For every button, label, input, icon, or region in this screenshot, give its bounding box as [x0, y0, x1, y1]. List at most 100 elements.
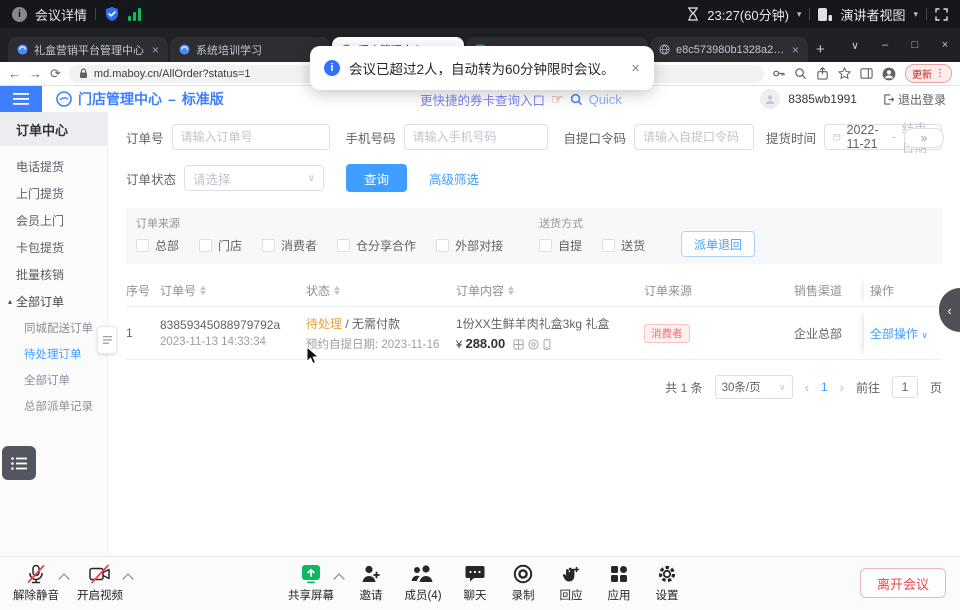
- leave-meeting-button[interactable]: 离开会议: [860, 568, 946, 598]
- quick-search-icon[interactable]: [570, 93, 583, 106]
- signal-strength-icon[interactable]: [128, 8, 142, 21]
- reload-button-icon[interactable]: ⟳: [50, 67, 61, 80]
- promo-text[interactable]: 更快捷的券卡查询入口: [420, 90, 545, 109]
- view-mode-label[interactable]: 演讲者视图: [840, 5, 905, 24]
- col-content[interactable]: 订单内容: [456, 282, 644, 299]
- profile-avatar-icon[interactable]: [882, 67, 896, 81]
- date-start-value[interactable]: 2022-11-21: [847, 123, 886, 151]
- checkbox-delivery[interactable]: 送货: [602, 237, 645, 254]
- sort-icon[interactable]: [334, 286, 340, 295]
- next-page-button[interactable]: ›: [840, 380, 844, 395]
- order-status-select[interactable]: 请选择 ∨: [184, 165, 324, 191]
- checkbox-source-consumer[interactable]: 消费者: [262, 237, 317, 254]
- members-button[interactable]: 成员(4): [395, 563, 451, 603]
- sort-icon[interactable]: [508, 286, 514, 295]
- browser-menu-icon[interactable]: ⋮: [935, 68, 945, 79]
- user-avatar[interactable]: [760, 89, 780, 109]
- admin-sidebar: 订单中心 电话提货 上门提货 会员上门 卡包提货 批量核销 ▴ 全部订单 同城配…: [0, 112, 108, 557]
- advanced-filter-link[interactable]: 高级筛选: [429, 169, 479, 188]
- forward-button-icon[interactable]: →: [29, 67, 42, 80]
- sidebar-item-door-pickup[interactable]: 上门提货: [0, 180, 107, 207]
- timer-caret-icon[interactable]: ▾: [797, 9, 802, 20]
- reactions-button[interactable]: 回应: [547, 563, 595, 603]
- quick-label[interactable]: Quick: [589, 92, 622, 107]
- checkbox-source-hq[interactable]: 总部: [136, 237, 179, 254]
- col-status[interactable]: 状态: [306, 282, 456, 299]
- share-icon[interactable]: [816, 67, 829, 80]
- checkbox-box[interactable]: [262, 239, 275, 252]
- checkbox-box[interactable]: [602, 239, 615, 252]
- logout-button[interactable]: 退出登录: [883, 91, 946, 108]
- bookmark-star-icon[interactable]: [838, 67, 851, 80]
- dispatch-return-button[interactable]: 派单退回: [681, 231, 755, 257]
- checkbox-source-warehouse-share[interactable]: 仓分享合作: [337, 237, 416, 254]
- sidebar-item-batch-verify[interactable]: 批量核销: [0, 261, 107, 288]
- promo-link[interactable]: 更快捷的券卡查询入口 ☞ Quick: [420, 90, 622, 109]
- browser-tab-2[interactable]: 系统培训学习 ×: [170, 37, 330, 62]
- all-actions-dropdown[interactable]: 全部操作 ∨: [870, 325, 928, 342]
- network-security-shield-icon[interactable]: [104, 6, 120, 22]
- checkbox-box[interactable]: [337, 239, 350, 252]
- sidebar-item-member-visit[interactable]: 会员上门: [0, 207, 107, 234]
- unmute-button[interactable]: 解除静音: [8, 563, 64, 603]
- sidebar-item-pending-orders[interactable]: 待处理订单: [0, 341, 107, 367]
- new-tab-button[interactable]: +: [816, 41, 825, 58]
- window-close-button[interactable]: ×: [930, 28, 960, 62]
- side-panel-icon[interactable]: [860, 67, 873, 80]
- window-minimize-button[interactable]: –: [870, 28, 900, 62]
- floating-menu-widget[interactable]: [2, 446, 36, 480]
- sidebar-group-all-orders[interactable]: ▴ 全部订单: [0, 288, 107, 315]
- order-no-input[interactable]: [172, 124, 330, 150]
- checkbox-box[interactable]: [136, 239, 149, 252]
- browser-tab-1[interactable]: 礼盒营销平台管理中心 ×: [8, 37, 168, 62]
- checkbox-box[interactable]: [539, 239, 552, 252]
- sidebar-section-order-center[interactable]: 订单中心: [0, 112, 107, 146]
- share-screen-button[interactable]: 共享屏幕: [283, 563, 339, 603]
- current-page[interactable]: 1: [821, 380, 828, 394]
- sidebar-collapse-handle[interactable]: [97, 326, 117, 354]
- sidebar-item-hq-dispatch-records[interactable]: 总部派单记录: [0, 393, 107, 419]
- sidebar-item-card-pickup[interactable]: 卡包提货: [0, 234, 107, 261]
- checkbox-box[interactable]: [436, 239, 449, 252]
- goto-page-input[interactable]: [892, 376, 918, 398]
- fullscreen-icon[interactable]: [935, 8, 948, 21]
- settings-button[interactable]: 设置: [643, 563, 691, 603]
- collapse-search-button[interactable]: »: [904, 128, 944, 148]
- window-restore-button[interactable]: □: [900, 28, 930, 62]
- checkbox-source-external[interactable]: 外部对接: [436, 237, 503, 254]
- sidebar-item-all-orders[interactable]: 全部订单: [0, 367, 107, 393]
- prev-page-button[interactable]: ‹: [805, 380, 809, 395]
- page-size-select[interactable]: 30条/页 ∨: [715, 375, 793, 399]
- invite-button[interactable]: 邀请: [347, 563, 395, 603]
- meeting-info-icon[interactable]: i: [12, 7, 27, 22]
- start-video-button[interactable]: 开启视频: [72, 563, 128, 603]
- tab-close-icon[interactable]: ×: [152, 43, 159, 57]
- checkbox-source-store[interactable]: 门店: [199, 237, 242, 254]
- tab-close-icon[interactable]: ×: [792, 43, 799, 57]
- checkbox-self-pickup[interactable]: 自提: [539, 237, 582, 254]
- notification-close-icon[interactable]: ×: [631, 60, 640, 77]
- table-header-row: 序号 订单号 状态 订单内容 订单来源 销售渠道 操作: [126, 274, 942, 307]
- zoom-icon[interactable]: [794, 67, 807, 80]
- apps-button[interactable]: 应用: [595, 563, 643, 603]
- phone-input[interactable]: [404, 124, 548, 150]
- chat-button[interactable]: 聊天: [451, 563, 499, 603]
- pickup-code-input[interactable]: [634, 124, 754, 150]
- meeting-detail-label[interactable]: 会议详情: [35, 5, 87, 24]
- filter-box: 订单来源 总部 门店 消费者 仓分享合作 外部对接 送货方式 自提: [126, 208, 942, 264]
- tab-search-caret-icon[interactable]: ∨: [840, 28, 870, 62]
- record-button[interactable]: 录制: [499, 563, 547, 603]
- chrome-update-button[interactable]: 更新 ⋮: [905, 64, 952, 83]
- back-button-icon[interactable]: ←: [8, 67, 21, 80]
- col-order-no[interactable]: 订单号: [160, 282, 306, 299]
- password-key-icon[interactable]: [772, 67, 785, 80]
- query-button[interactable]: 查询: [346, 164, 407, 192]
- checkbox-box[interactable]: [199, 239, 212, 252]
- sidebar-item-city-delivery-orders[interactable]: 同城配送订单: [0, 315, 107, 341]
- username[interactable]: 8385wb1991: [788, 92, 857, 106]
- sidebar-item-phone-pickup[interactable]: 电话提货: [0, 153, 107, 180]
- sidebar-toggle-button[interactable]: [0, 86, 42, 112]
- browser-tab-5[interactable]: e8c573980b1328a258fd2e618 ×: [650, 37, 808, 62]
- view-caret-icon[interactable]: ▾: [913, 9, 918, 20]
- sort-icon[interactable]: [200, 286, 206, 295]
